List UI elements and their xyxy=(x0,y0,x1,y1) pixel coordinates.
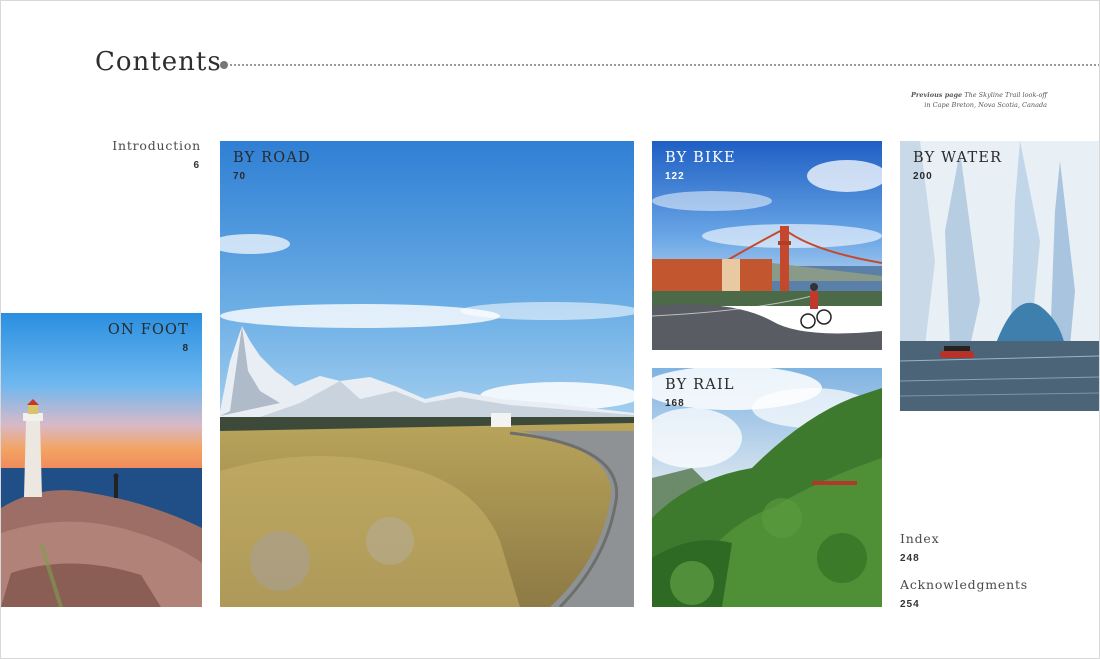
previous-page-caption: Previous page The Skyline Trail look-off… xyxy=(907,90,1047,110)
title-rule-dot xyxy=(220,61,228,69)
title-dotted-rule xyxy=(230,64,1099,66)
index-page: 248 xyxy=(900,553,920,564)
caption-lead: Previous page xyxy=(911,91,963,99)
page-title: Contents xyxy=(95,47,222,77)
on-foot-photo[interactable]: ON FOOT 8 xyxy=(1,313,202,607)
by-road-label: BY ROAD xyxy=(233,150,311,166)
by-bike-photo[interactable]: BY BIKE 122 xyxy=(652,141,882,350)
by-road-page: 70 xyxy=(233,171,247,182)
by-rail-photo[interactable]: BY RAIL 168 xyxy=(652,368,882,607)
by-water-page: 200 xyxy=(913,171,933,182)
by-road-photo[interactable]: BY ROAD 70 xyxy=(220,141,634,607)
on-foot-page: 8 xyxy=(182,343,189,354)
by-water-photo[interactable]: BY WATER 200 xyxy=(900,141,1099,411)
introduction-page: 6 xyxy=(193,160,200,171)
rail-forest-image xyxy=(652,368,882,607)
by-bike-page: 122 xyxy=(665,171,685,182)
acknowledgments-label[interactable]: Acknowledgments xyxy=(900,577,1028,592)
by-bike-label: BY BIKE xyxy=(665,150,736,166)
golden-gate-bike-image xyxy=(652,141,882,350)
on-foot-label: ON FOOT xyxy=(107,322,189,338)
by-rail-label: BY RAIL xyxy=(665,377,735,393)
acknowledgments-page: 254 xyxy=(900,599,920,610)
by-rail-page: 168 xyxy=(665,398,685,409)
lighthouse-image xyxy=(1,313,202,607)
mountain-road-image xyxy=(220,141,634,607)
index-label[interactable]: Index xyxy=(900,531,939,546)
by-water-label: BY WATER xyxy=(913,150,1003,166)
introduction-label[interactable]: Introduction xyxy=(112,138,201,153)
contents-page: Contents Previous page The Skyline Trail… xyxy=(0,0,1100,659)
